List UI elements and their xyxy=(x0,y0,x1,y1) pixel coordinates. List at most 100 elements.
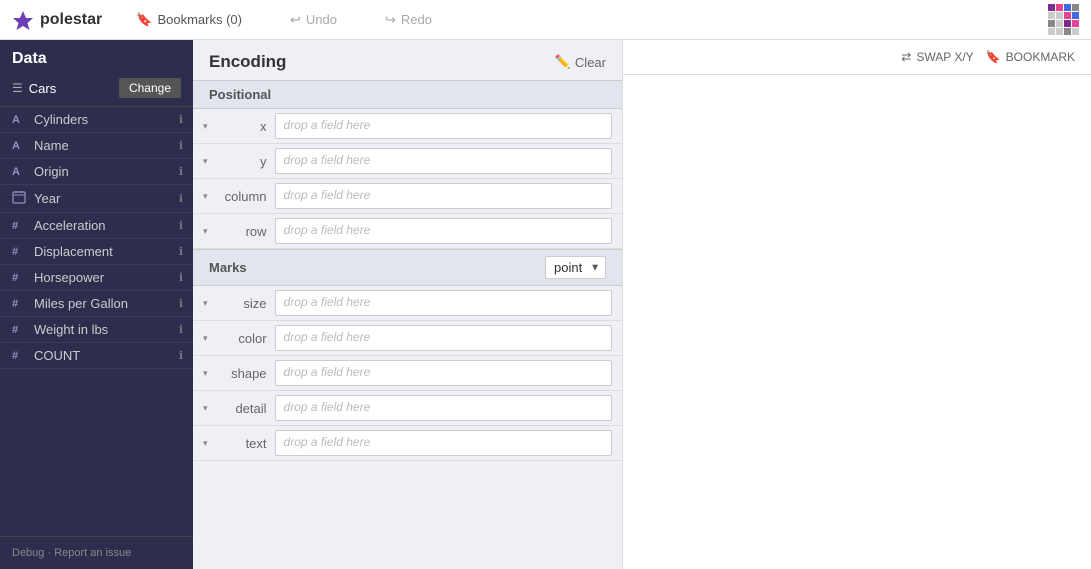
marks-field-row: ▾ text drop a field here xyxy=(193,426,622,461)
field-name-label: Name xyxy=(34,138,175,153)
field-label: detail xyxy=(212,401,267,416)
chevron-icon: ▾ xyxy=(203,333,208,344)
bookmark-icon: 🔖 xyxy=(136,12,152,28)
sidebar-field-item[interactable]: #Displacementℹ xyxy=(0,239,193,265)
marks-field-row: ▾ shape drop a field here xyxy=(193,356,622,391)
field-label: size xyxy=(212,296,267,311)
drop-zone[interactable]: drop a field here xyxy=(275,325,612,351)
field-info-icon[interactable]: ℹ xyxy=(179,323,183,336)
field-label: text xyxy=(212,436,267,451)
clear-label: Clear xyxy=(575,55,606,70)
dataset-label: Cars xyxy=(29,81,56,96)
bookmarks-button[interactable]: 🔖 Bookmarks (0) xyxy=(122,6,256,34)
field-type-icon: A xyxy=(12,140,28,152)
marks-section-header: Marks point line bar area tick ▼ xyxy=(193,249,622,286)
positional-field-row: ▾ row drop a field here xyxy=(193,214,622,249)
grid-cell-2 xyxy=(1064,4,1071,11)
field-info-icon[interactable]: ℹ xyxy=(179,349,183,362)
grid-cell-10 xyxy=(1064,20,1071,27)
sidebar-field-item[interactable]: #Miles per Gallonℹ xyxy=(0,291,193,317)
grid-cell-3 xyxy=(1072,4,1079,11)
marks-field-row: ▾ detail drop a field here xyxy=(193,391,622,426)
field-info-icon[interactable]: ℹ xyxy=(179,219,183,232)
redo-button[interactable]: ↪ Redo xyxy=(371,6,446,34)
report-issue-link[interactable]: Report an issue xyxy=(54,547,131,559)
swap-label: SWAP X/Y xyxy=(916,50,973,64)
encoding-title: Encoding xyxy=(209,52,286,72)
field-name-label: Cylinders xyxy=(34,112,175,127)
grid-cell-7 xyxy=(1072,12,1079,19)
grid-cell-4 xyxy=(1048,12,1055,19)
sidebar-field-item[interactable]: A Cylinders ℹ xyxy=(0,107,193,133)
sidebar-field-item[interactable]: #COUNTℹ xyxy=(0,343,193,369)
sidebar-field-item[interactable]: A Originℹ xyxy=(0,159,193,185)
drop-zone[interactable]: drop a field here xyxy=(275,218,612,244)
field-info-icon[interactable]: ℹ xyxy=(179,271,183,284)
field-name-label: Acceleration xyxy=(34,218,175,233)
drop-zone[interactable]: drop a field here xyxy=(275,360,612,386)
chevron-icon: ▾ xyxy=(203,403,208,414)
field-type-icon: # xyxy=(12,246,28,258)
positional-field-row: ▾ column drop a field here xyxy=(193,179,622,214)
drop-zone[interactable]: drop a field here xyxy=(275,430,612,456)
sidebar-field-item[interactable]: Yearℹ xyxy=(0,185,193,213)
grid-cell-0 xyxy=(1048,4,1055,11)
logo-icon xyxy=(12,9,34,31)
redo-label: Redo xyxy=(401,12,432,27)
drop-zone[interactable]: drop a field here xyxy=(275,148,612,174)
grid-cell-13 xyxy=(1056,28,1063,35)
field-info-icon[interactable]: ℹ xyxy=(179,245,183,258)
field-label: column xyxy=(212,189,267,204)
field-label: y xyxy=(212,154,267,169)
pencil-icon: ✏️ xyxy=(555,54,571,70)
sidebar-field-item[interactable]: #Accelerationℹ xyxy=(0,213,193,239)
clear-button[interactable]: ✏️ Clear xyxy=(555,54,606,70)
logo-text: polestar xyxy=(40,11,102,29)
bookmark-icon: 🔖 xyxy=(986,50,1001,64)
undo-label: Undo xyxy=(306,12,337,27)
sidebar-field-item[interactable]: #Weight in lbsℹ xyxy=(0,317,193,343)
app-grid-icon xyxy=(1048,4,1079,35)
change-dataset-button[interactable]: Change xyxy=(119,78,181,98)
drop-zone[interactable]: drop a field here xyxy=(275,395,612,421)
field-name-label: Miles per Gallon xyxy=(34,296,175,311)
field-type-icon: A xyxy=(12,166,28,178)
field-type-icon: # xyxy=(12,350,28,362)
marks-select[interactable]: point line bar area tick xyxy=(545,256,606,279)
debug-link[interactable]: Debug xyxy=(12,547,44,559)
chevron-icon: ▾ xyxy=(203,368,208,379)
right-toolbar: ⇄ SWAP X/Y 🔖 BOOKMARK xyxy=(623,40,1091,75)
swap-icon: ⇄ xyxy=(901,50,911,64)
sidebar: Data ☰ Cars Change ACylindersℹANameℹAOri… xyxy=(0,40,193,569)
drop-zone[interactable]: drop a field here xyxy=(275,290,612,316)
encoding-header: Encoding ✏️ Clear xyxy=(193,40,622,80)
field-info-icon[interactable]: ℹ xyxy=(179,192,183,205)
sidebar-footer: Debug · Report an issue xyxy=(0,536,193,569)
dataset-name: ☰ Cars xyxy=(12,81,56,96)
field-name-label: Origin xyxy=(34,164,175,179)
field-type-icon: A xyxy=(12,114,28,126)
bookmarks-label: Bookmarks (0) xyxy=(157,12,242,27)
bookmark-label: BOOKMARK xyxy=(1006,50,1075,64)
drop-zone[interactable]: drop a field here xyxy=(275,183,612,209)
bookmark-button[interactable]: 🔖 BOOKMARK xyxy=(986,50,1075,64)
marks-field-row: ▾ size drop a field here xyxy=(193,286,622,321)
sidebar-field-item[interactable]: #Horsepowerℹ xyxy=(0,265,193,291)
swap-xy-button[interactable]: ⇄ SWAP X/Y xyxy=(901,50,973,64)
grid-cell-15 xyxy=(1072,28,1079,35)
sidebar-field-item[interactable]: A Nameℹ xyxy=(0,133,193,159)
field-type-icon: # xyxy=(12,324,28,336)
field-info-icon[interactable]: ℹ xyxy=(179,139,183,152)
marks-field-row: ▾ color drop a field here xyxy=(193,321,622,356)
field-name-label: Horsepower xyxy=(34,270,175,285)
field-info-icon[interactable]: ℹ xyxy=(179,113,183,126)
field-info-icon[interactable]: ℹ xyxy=(179,297,183,310)
drop-zone[interactable]: drop a field here xyxy=(275,113,612,139)
field-info-icon[interactable]: ℹ xyxy=(179,165,183,178)
undo-button[interactable]: ↩ Undo xyxy=(276,6,351,34)
field-type-icon xyxy=(12,190,28,207)
grid-cell-1 xyxy=(1056,4,1063,11)
logo: polestar xyxy=(12,9,102,31)
marks-type-selector[interactable]: point line bar area tick ▼ xyxy=(545,256,606,279)
grid-cell-11 xyxy=(1072,20,1079,27)
